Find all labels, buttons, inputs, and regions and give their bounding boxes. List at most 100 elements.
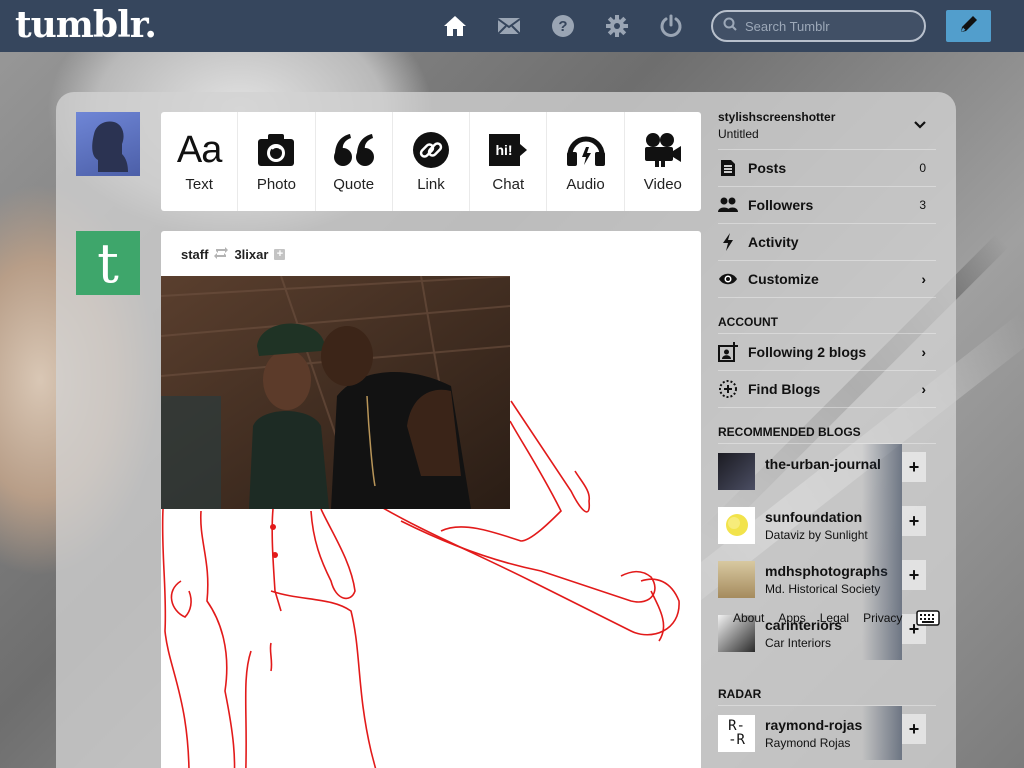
blog-description: Car Interiors bbox=[765, 635, 832, 650]
post-type-text[interactable]: Aa Text bbox=[161, 112, 239, 211]
post-type-audio[interactable]: Audio bbox=[547, 112, 625, 211]
section-title-recommended: RECOMMENDED BLOGS bbox=[718, 420, 936, 444]
search-input[interactable] bbox=[745, 18, 915, 34]
sidebar-item-customize[interactable]: Customize › bbox=[718, 261, 936, 298]
blog-title: Untitled bbox=[718, 127, 759, 141]
chevron-down-icon[interactable] bbox=[914, 116, 926, 134]
sidebar-item-label: Activity bbox=[748, 234, 799, 250]
sidebar-item-activity[interactable]: Activity bbox=[718, 224, 936, 261]
post-type-photo[interactable]: Photo bbox=[238, 112, 316, 211]
sidebar-item-label: Find Blogs bbox=[748, 381, 821, 397]
activity-icon bbox=[718, 232, 738, 252]
post-type-bar: Aa Text Photo Quote Link hi! Chat Audio bbox=[161, 112, 701, 211]
post-type-link[interactable]: Link bbox=[393, 112, 471, 211]
headphones-icon bbox=[566, 130, 606, 170]
link-icon bbox=[412, 130, 450, 170]
follow-button[interactable]: + bbox=[902, 714, 926, 744]
chevron-right-icon: › bbox=[921, 271, 926, 287]
following-icon bbox=[718, 342, 738, 362]
row-fade bbox=[862, 498, 902, 552]
post-type-label: Chat bbox=[492, 176, 525, 193]
svg-text:hi!: hi! bbox=[496, 142, 513, 158]
post-type-label: Video bbox=[643, 176, 682, 193]
footer-link-privacy[interactable]: Privacy bbox=[863, 611, 902, 625]
follow-button[interactable]: + bbox=[902, 452, 926, 482]
post-photo[interactable] bbox=[161, 275, 511, 510]
followers-icon bbox=[718, 195, 738, 215]
recommended-blog[interactable]: the-urban-journal + bbox=[718, 444, 936, 498]
row-fade bbox=[862, 552, 902, 606]
sidebar-item-label: Customize bbox=[748, 271, 819, 287]
follow-button[interactable]: + bbox=[902, 506, 926, 536]
top-navigation-bar: tumblr. ? bbox=[0, 0, 1024, 52]
footer-links: About Apps Legal Privacy bbox=[733, 611, 903, 625]
sidebar-item-label: Posts bbox=[748, 160, 787, 176]
recommended-blog[interactable]: sunfoundation Dataviz by Sunlight + bbox=[718, 498, 936, 552]
eye-icon bbox=[718, 269, 738, 289]
sidebar-item-label: Following 2 blogs bbox=[748, 344, 867, 360]
radar-blog[interactable]: R- -R raymond-rojas Raymond Rojas + bbox=[718, 706, 936, 760]
blog-avatar bbox=[718, 506, 755, 544]
nav-icons: ? bbox=[440, 12, 686, 40]
find-blogs-icon bbox=[718, 379, 738, 399]
footer-link-about[interactable]: About bbox=[733, 611, 764, 625]
user-avatar[interactable] bbox=[76, 112, 140, 176]
quote-icon bbox=[333, 130, 375, 170]
post-type-label: Photo bbox=[256, 176, 297, 193]
blog-avatar: R- -R bbox=[718, 714, 755, 752]
post-type-label: Quote bbox=[333, 176, 375, 193]
account-header[interactable]: stylishscreenshotter Untitled bbox=[718, 110, 936, 150]
follow-button[interactable]: + bbox=[902, 560, 926, 590]
sidebar: stylishscreenshotter Untitled Posts 0 Fo… bbox=[718, 110, 936, 760]
post-type-label: Link bbox=[417, 176, 445, 193]
sidebar-item-label: Followers bbox=[748, 197, 814, 213]
footer-link-legal[interactable]: Legal bbox=[820, 611, 849, 625]
keyboard-icon[interactable] bbox=[916, 610, 940, 626]
home-icon[interactable] bbox=[440, 12, 470, 40]
posts-count: 0 bbox=[919, 161, 926, 175]
followers-count: 3 bbox=[919, 198, 926, 212]
post-type-quote[interactable]: Quote bbox=[316, 112, 393, 211]
footer-link-apps[interactable]: Apps bbox=[778, 611, 805, 625]
blog-avatar bbox=[718, 452, 755, 490]
search-icon bbox=[723, 17, 737, 36]
blog-name: sunfoundation bbox=[765, 508, 863, 525]
post-type-label: Audio bbox=[566, 176, 605, 193]
search-box[interactable] bbox=[711, 10, 926, 42]
power-icon[interactable] bbox=[656, 12, 686, 40]
video-camera-icon bbox=[643, 130, 683, 170]
row-fade bbox=[862, 706, 902, 760]
post-type-chat[interactable]: hi! Chat bbox=[470, 112, 548, 211]
compose-button[interactable] bbox=[946, 10, 991, 42]
svg-text:?: ? bbox=[558, 18, 567, 35]
account-name: stylishscreenshotter bbox=[718, 110, 836, 124]
chat-icon: hi! bbox=[488, 130, 528, 170]
tumblr-logo[interactable]: tumblr. bbox=[15, 4, 157, 46]
post-type-video[interactable]: Video bbox=[625, 112, 701, 211]
sidebar-item-followers[interactable]: Followers 3 bbox=[718, 187, 936, 224]
blog-avatar bbox=[718, 560, 755, 598]
svg-text:t: t bbox=[97, 236, 119, 290]
recommended-blog[interactable]: mdhsphotographs Md. Historical Society + bbox=[718, 552, 936, 606]
staff-avatar[interactable]: t bbox=[76, 231, 140, 295]
row-fade bbox=[862, 444, 902, 498]
chevron-right-icon: › bbox=[921, 381, 926, 397]
blog-description: Dataviz by Sunlight bbox=[765, 527, 868, 542]
post-type-label: Text bbox=[185, 176, 213, 193]
blog-name: raymond-rojas bbox=[765, 716, 863, 733]
pencil-icon bbox=[958, 13, 980, 40]
dashboard-post: staff 3lixar + bbox=[161, 231, 701, 768]
sidebar-item-following[interactable]: Following 2 blogs › bbox=[718, 334, 936, 371]
sidebar-item-posts[interactable]: Posts 0 bbox=[718, 150, 936, 187]
sidebar-item-find-blogs[interactable]: Find Blogs › bbox=[718, 371, 936, 408]
gear-icon[interactable] bbox=[602, 12, 632, 40]
text-icon: Aa bbox=[176, 128, 222, 171]
posts-icon bbox=[718, 158, 738, 178]
mail-icon[interactable] bbox=[494, 12, 524, 40]
help-icon[interactable]: ? bbox=[548, 12, 578, 40]
blog-description: Raymond Rojas bbox=[765, 735, 851, 750]
section-title-radar: RADAR bbox=[718, 682, 936, 706]
section-title-account: ACCOUNT bbox=[718, 310, 936, 334]
chevron-right-icon: › bbox=[921, 344, 926, 360]
camera-icon bbox=[257, 130, 295, 170]
